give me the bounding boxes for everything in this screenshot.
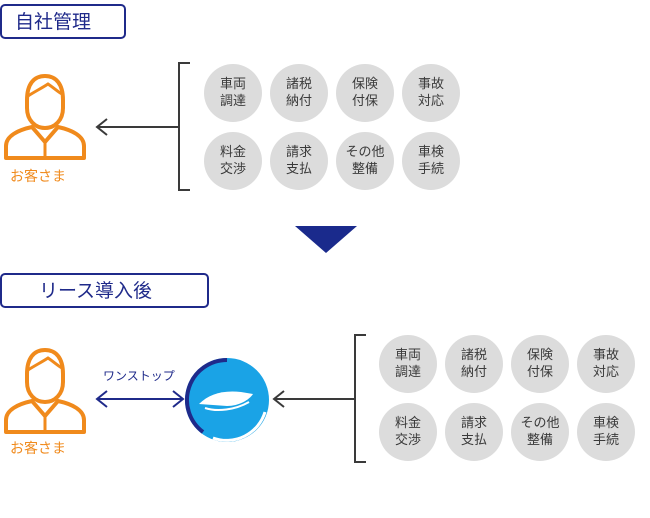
after-service-7: その他 整備 [511, 403, 569, 461]
after-service-3: 保険 付保 [511, 335, 569, 393]
after-service-8: 車検 手続 [577, 403, 635, 461]
after-service-5: 料金 交渉 [379, 403, 437, 461]
after-service-4: 事故 対応 [577, 335, 635, 393]
after-service-1: 車両 調達 [379, 335, 437, 393]
after-service-6: 請求 支払 [445, 403, 503, 461]
after-service-2: 諸税 納付 [445, 335, 503, 393]
